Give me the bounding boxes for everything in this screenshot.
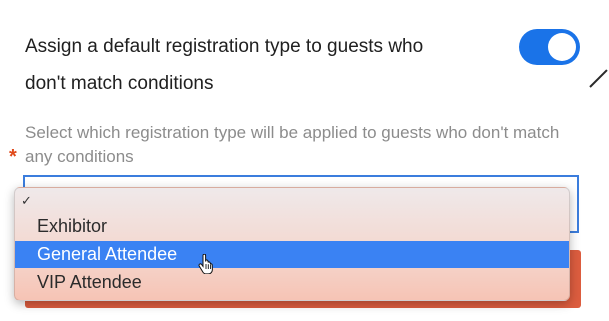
option-label: General Attendee bbox=[37, 244, 178, 264]
required-indicator: * bbox=[9, 146, 17, 168]
registration-type-dropdown: ✓ Exhibitor General Attendee VIP Attende… bbox=[14, 187, 570, 301]
edge-glyph bbox=[589, 69, 608, 88]
option-label: Exhibitor bbox=[37, 216, 108, 236]
hand-pointer-icon bbox=[198, 254, 213, 274]
helper-text: Select which registration type will be a… bbox=[25, 123, 560, 166]
dropdown-option-empty[interactable]: ✓ bbox=[15, 190, 569, 214]
default-registration-toggle[interactable] bbox=[519, 29, 580, 65]
dropdown-option-vip-attendee[interactable]: VIP Attendee bbox=[15, 269, 569, 296]
option-label: VIP Attendee bbox=[37, 272, 142, 292]
toggle-knob bbox=[548, 33, 576, 61]
checkmark-icon: ✓ bbox=[21, 193, 32, 208]
default-registration-setting-label: Assign a default registration type to gu… bbox=[25, 36, 424, 94]
dropdown-option-general-attendee[interactable]: General Attendee bbox=[15, 241, 569, 268]
dropdown-option-exhibitor[interactable]: Exhibitor bbox=[15, 213, 569, 240]
